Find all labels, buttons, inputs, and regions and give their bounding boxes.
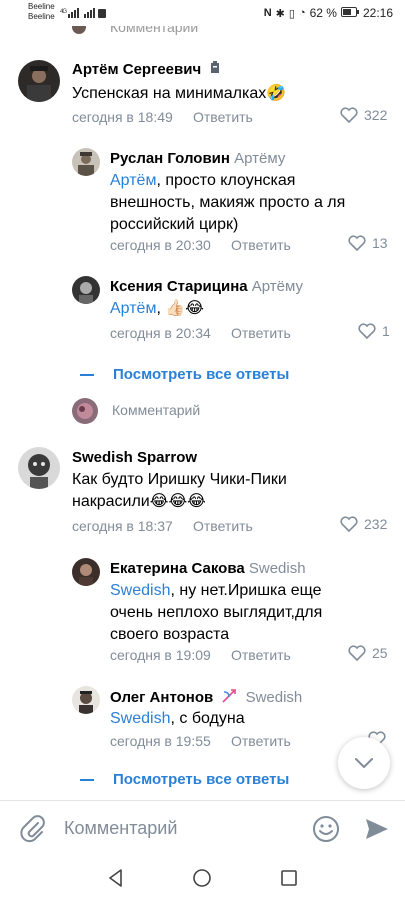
comment-author[interactable]: Олег Антонов Swedish [110, 688, 302, 708]
comment-time: сегодня в 20:30 [110, 237, 211, 253]
dash-icon [80, 373, 94, 376]
carrier-labels: Beeline Beeline [28, 2, 55, 22]
comment-text: Артём, просто клоунская внешность, макия… [110, 172, 346, 233]
comment-time: сегодня в 18:37 [72, 518, 173, 534]
like-count: 13 [372, 235, 388, 251]
back-icon[interactable] [106, 868, 126, 893]
vibrate-icon: ▯ [288, 7, 295, 20]
svg-text:4G: 4G [60, 9, 67, 15]
reply-to-label: Артёму [234, 150, 286, 167]
comment-text: Как будто Иришку Чики-Пики накрасили😂😂😂 [72, 471, 287, 510]
avatar[interactable] [72, 686, 100, 714]
reply-button[interactable]: Ответить [193, 518, 253, 534]
emoji-icon[interactable] [312, 815, 340, 848]
reply-to-label: Swedish [248, 560, 306, 577]
comment-author[interactable]: Руслан Головин Артёму [110, 150, 285, 167]
heart-icon [340, 107, 358, 123]
mention-link[interactable]: Swedish [110, 582, 170, 599]
like-button[interactable]: 322 [340, 107, 387, 123]
reply-button[interactable]: Ответить [231, 733, 291, 749]
comment-time: сегодня в 20:34 [110, 325, 211, 341]
reply-to-label: Swedish [245, 688, 303, 706]
recents-icon[interactable] [279, 868, 299, 893]
previous-comment-label: Комментарий [110, 26, 199, 35]
like-button[interactable]: 232 [340, 516, 387, 532]
previous-comment-fragment: Комментарий [0, 26, 405, 40]
comment-text: Swedish, с бодуна [110, 710, 245, 727]
avatar [72, 398, 98, 424]
comment-text: Swedish, ну нет.Иришка еще очень неплохо… [110, 582, 323, 643]
scroll-down-button[interactable] [338, 737, 390, 789]
laughing-emoji: 🤣 [266, 85, 287, 102]
comment-author[interactable]: Swedish Sparrow [72, 449, 197, 466]
heart-icon [348, 235, 366, 251]
reply-button[interactable]: Ответить [231, 647, 291, 663]
heart-icon [340, 516, 358, 532]
like-count: 232 [364, 516, 388, 532]
system-nav-bar [0, 856, 405, 900]
nfc-icon: N [263, 7, 272, 19]
comment-composer: Комментарий [0, 800, 405, 856]
see-all-replies-link[interactable]: Посмотреть все ответы [80, 366, 289, 383]
comment-input[interactable]: Комментарий [64, 818, 177, 839]
reply-button[interactable]: Ответить [193, 109, 253, 125]
dash-icon [80, 778, 94, 781]
battery-icon [340, 6, 359, 20]
attach-icon[interactable] [20, 815, 46, 848]
like-button[interactable]: 1 [358, 323, 390, 339]
author-badge-icon [208, 61, 222, 79]
heart-icon [358, 323, 376, 339]
avatar[interactable] [72, 558, 100, 586]
like-count: 1 [382, 323, 390, 339]
battery-saver-icon: ◔ [298, 7, 306, 19]
mention-link[interactable]: Артём [110, 172, 156, 189]
heart-icon [348, 645, 366, 661]
bluetooth-icon: ✱ [275, 7, 285, 20]
reply-button[interactable]: Ответить [231, 237, 291, 253]
comment-time: сегодня в 19:55 [110, 733, 211, 749]
reply-to-label: Артёму [251, 278, 303, 295]
cupid-badge-icon [221, 688, 237, 708]
see-all-label: Посмотреть все ответы [113, 771, 290, 788]
avatar[interactable] [72, 276, 100, 304]
clock: 22:16 [362, 6, 393, 20]
avatar[interactable] [72, 148, 100, 176]
send-icon[interactable] [364, 816, 390, 847]
comment-author[interactable]: Екатерина Сакова Swedish [110, 560, 306, 577]
avatar [72, 26, 86, 34]
carrier-2: Beeline [28, 12, 55, 21]
reply-button[interactable]: Ответить [231, 325, 291, 341]
carrier-1: Beeline [28, 2, 55, 11]
comment-time: сегодня в 18:49 [72, 109, 173, 125]
comment-time: сегодня в 19:09 [110, 647, 211, 663]
reply-comment-input[interactable]: Комментарий [112, 402, 200, 418]
home-icon[interactable] [192, 868, 212, 893]
avatar[interactable] [18, 60, 60, 102]
mention-link[interactable]: Swedish [110, 710, 170, 727]
mention-link[interactable]: Артём [110, 300, 156, 317]
avatar[interactable] [18, 447, 60, 489]
like-button[interactable]: 25 [348, 645, 388, 661]
like-count: 322 [364, 107, 388, 123]
chevron-down-icon [355, 758, 373, 768]
battery-percent: 62 % [309, 6, 337, 20]
comment-text: Артём, 👍🏻😂 [110, 300, 204, 317]
status-right: N ✱ ▯ ◔ 62 % 22:16 [264, 6, 393, 20]
like-button[interactable]: 13 [348, 235, 388, 251]
see-all-label: Посмотреть все ответы [113, 366, 290, 383]
signal-icon: 4G [60, 6, 106, 22]
comment-author[interactable]: Артём Сергеевич [72, 61, 222, 79]
comment-author[interactable]: Ксения Старицина Артёму [110, 278, 303, 295]
comment-text: Успенская на минималках🤣 [72, 85, 287, 102]
like-count: 25 [372, 645, 388, 661]
see-all-replies-link[interactable]: Посмотреть все ответы [80, 771, 289, 788]
